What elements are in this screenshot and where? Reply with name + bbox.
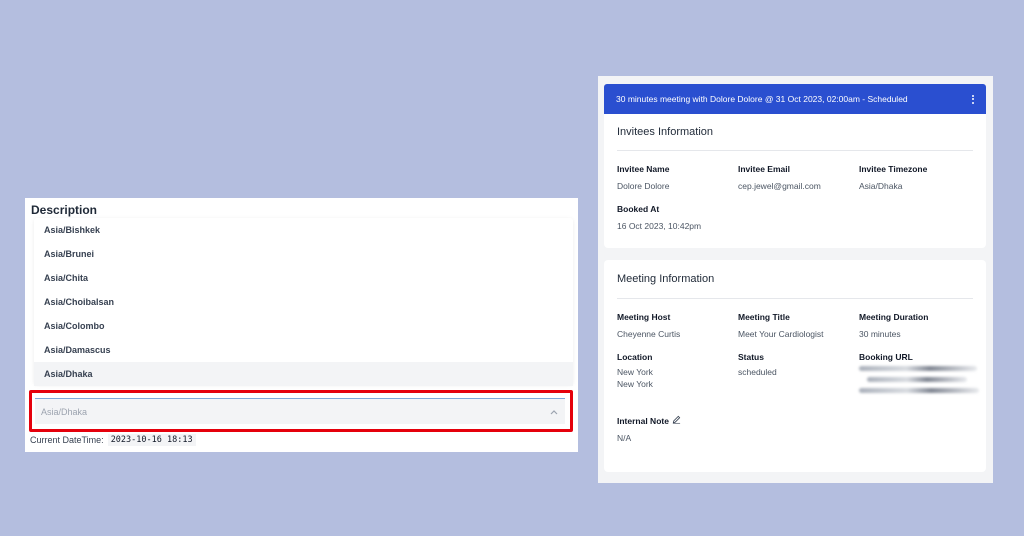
meeting-duration-value: 30 minutes	[859, 329, 901, 339]
redacted-url-line	[859, 388, 979, 393]
meeting-host-label: Meeting Host	[617, 312, 671, 322]
status-value: scheduled	[738, 367, 777, 377]
timezone-select[interactable]: Asia/Dhaka	[35, 398, 565, 424]
invitee-name-field: Invitee Name Dolore Dolore	[617, 164, 737, 192]
meeting-title-heading: Meeting Information	[617, 273, 715, 285]
meeting-duration-field: Meeting Duration 30 minutes	[859, 312, 979, 340]
chevron-up-icon[interactable]	[549, 407, 559, 417]
booked-at-value: 16 Oct 2023, 10:42pm	[617, 221, 702, 231]
internal-note-value: N/A	[617, 433, 632, 443]
location-line: New York	[617, 379, 653, 389]
meeting-host-value: Cheyenne Curtis	[617, 329, 681, 339]
meeting-title-value: Meet Your Cardiologist	[738, 329, 824, 339]
invitee-timezone-value: Asia/Dhaka	[859, 181, 903, 191]
timezone-settings-panel: Description Asia/Bishkek Asia/Brunei Asi…	[25, 198, 578, 452]
redacted-url-line	[867, 377, 967, 382]
booking-url-value[interactable]	[859, 366, 979, 393]
internal-note-label: Internal Note	[617, 415, 669, 426]
meeting-card: Meeting Information Meeting Host Cheyenn…	[604, 260, 986, 472]
booking-header-title: 30 minutes meeting with Dolore Dolore @ …	[616, 94, 908, 104]
timezone-option[interactable]: Asia/Damascus	[34, 338, 573, 362]
location-value: New York New York	[617, 366, 737, 390]
timezone-option-selected[interactable]: Asia/Dhaka	[34, 362, 573, 386]
internal-note-label-wrap: Internal Note	[617, 415, 817, 426]
invitee-email-value: cep.jewel@gmail.com	[738, 181, 821, 191]
timezone-option[interactable]: Asia/Choibalsan	[34, 290, 573, 314]
booking-url-label: Booking URL	[859, 352, 913, 362]
timezone-dropdown-list: Asia/Bishkek Asia/Brunei Asia/Chita Asia…	[34, 218, 573, 386]
location-field: Location New York New York	[617, 352, 737, 390]
location-label: Location	[617, 352, 653, 362]
booking-details-panel: 30 minutes meeting with Dolore Dolore @ …	[598, 76, 993, 483]
meeting-duration-label: Meeting Duration	[859, 312, 929, 322]
kebab-menu-icon[interactable]	[970, 93, 976, 106]
timezone-option[interactable]: Asia/Bishkek	[34, 218, 573, 242]
divider	[617, 298, 973, 299]
meeting-title-field: Meeting Title Meet Your Cardiologist	[738, 312, 858, 340]
invitee-email-label: Invitee Email	[738, 164, 790, 174]
invitee-name-value: Dolore Dolore	[617, 181, 670, 191]
description-heading: Description	[31, 203, 98, 217]
booking-header: 30 minutes meeting with Dolore Dolore @ …	[604, 84, 986, 114]
timezone-select-value: Asia/Dhaka	[41, 406, 88, 417]
invitees-title: Invitees Information	[617, 126, 713, 138]
invitee-timezone-field: Invitee Timezone Asia/Dhaka	[859, 164, 979, 192]
invitee-name-label: Invitee Name	[617, 164, 670, 174]
invitee-timezone-label: Invitee Timezone	[859, 164, 928, 174]
redacted-url-line	[859, 366, 977, 371]
timezone-option[interactable]: Asia/Colombo	[34, 314, 573, 338]
current-datetime: Current DateTime: 2023-10-16 18:13	[30, 434, 196, 446]
current-datetime-label: Current DateTime:	[30, 435, 104, 445]
pencil-icon[interactable]	[672, 415, 681, 426]
booked-at-label: Booked At	[617, 204, 660, 214]
internal-note-field: Internal Note N/A	[617, 415, 817, 444]
meeting-host-field: Meeting Host Cheyenne Curtis	[617, 312, 737, 340]
invitee-email-field: Invitee Email cep.jewel@gmail.com	[738, 164, 858, 192]
timezone-option[interactable]: Asia/Chita	[34, 266, 573, 290]
timezone-option[interactable]: Asia/Brunei	[34, 242, 573, 266]
status-field: Status scheduled	[738, 352, 858, 378]
divider	[617, 150, 973, 151]
status-label: Status	[738, 352, 764, 362]
invitees-card: Invitees Information Invitee Name Dolore…	[604, 114, 986, 248]
meeting-title-label: Meeting Title	[738, 312, 790, 322]
booked-at-field: Booked At 16 Oct 2023, 10:42pm	[617, 204, 817, 232]
booking-url-field: Booking URL	[859, 352, 979, 399]
location-line: New York	[617, 367, 653, 377]
current-datetime-value: 2023-10-16 18:13	[107, 434, 196, 446]
